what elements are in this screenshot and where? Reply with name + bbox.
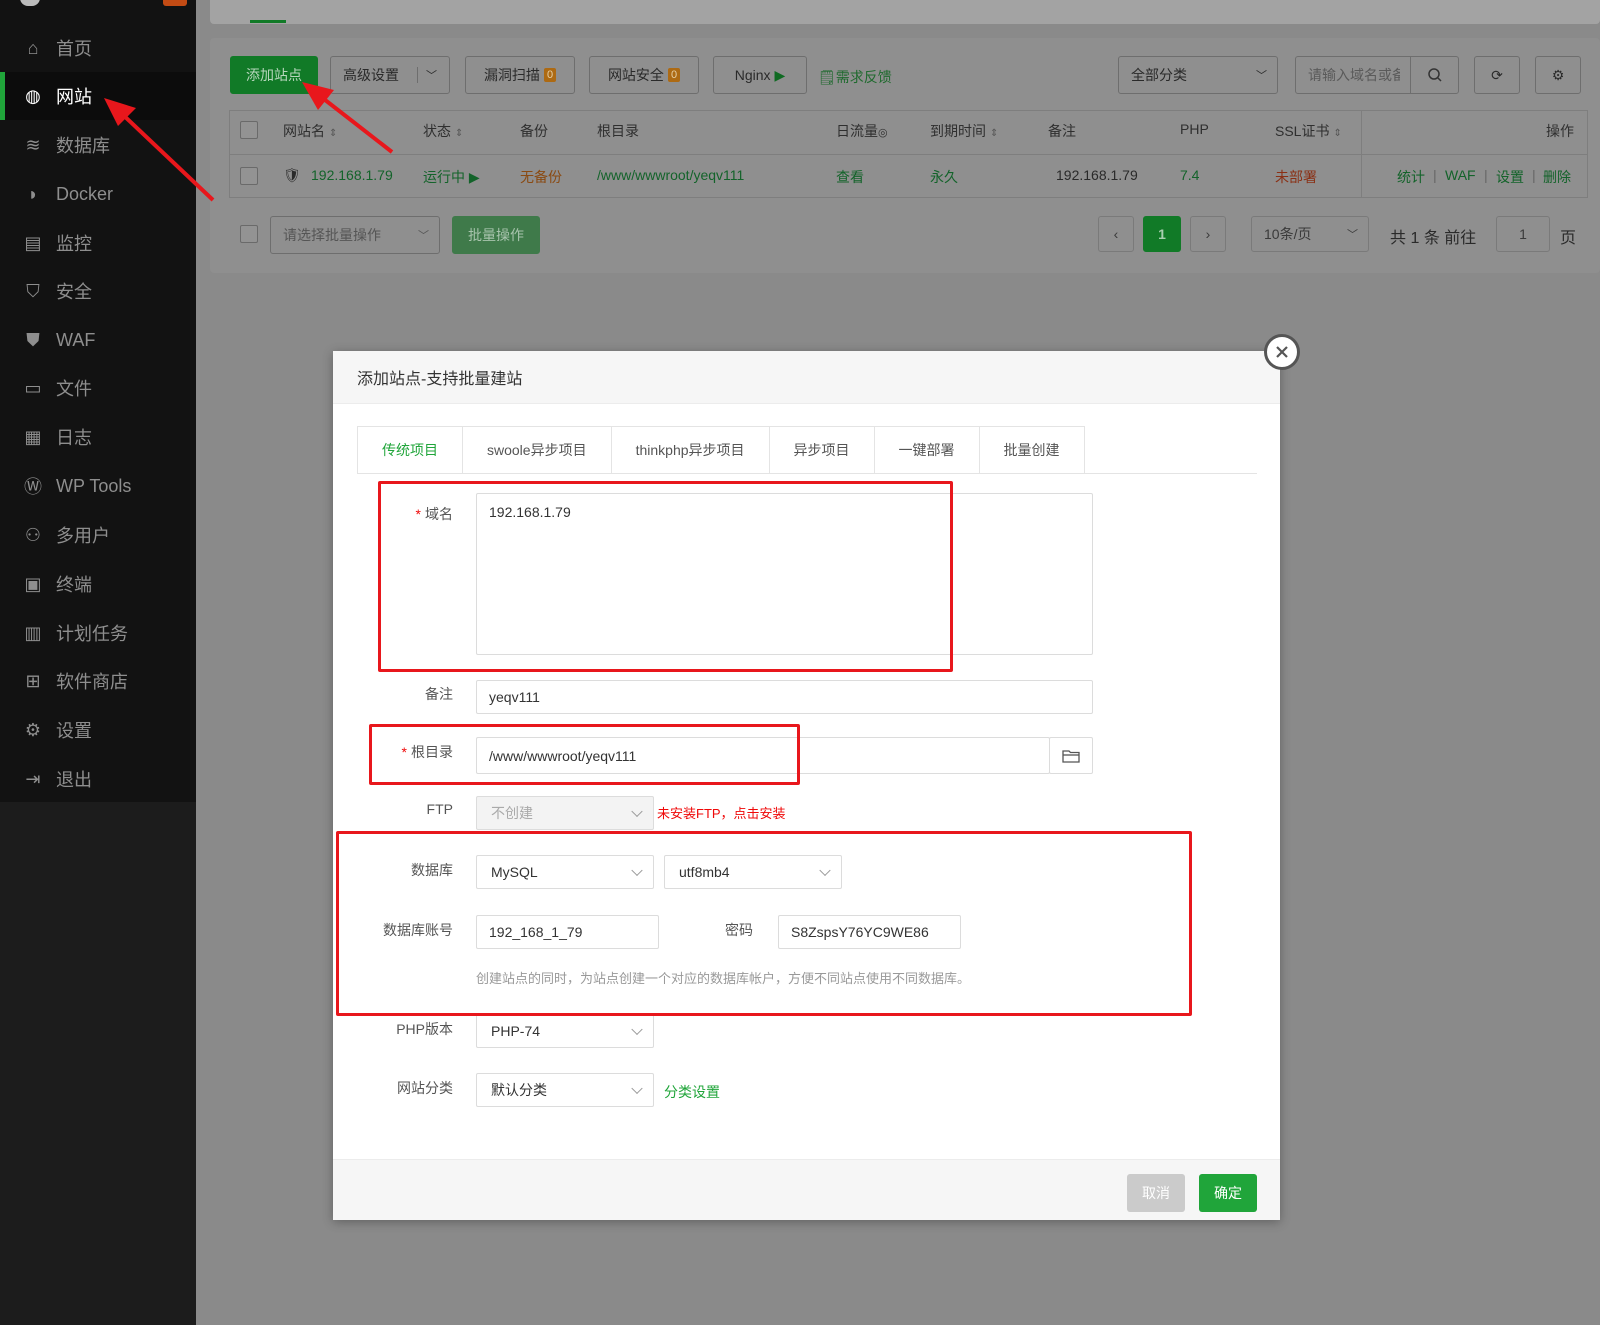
- annotation-arrow-website: [104, 98, 215, 202]
- annotation-arrows: [104, 82, 394, 202]
- annotation-arrow-add-site: [302, 82, 394, 154]
